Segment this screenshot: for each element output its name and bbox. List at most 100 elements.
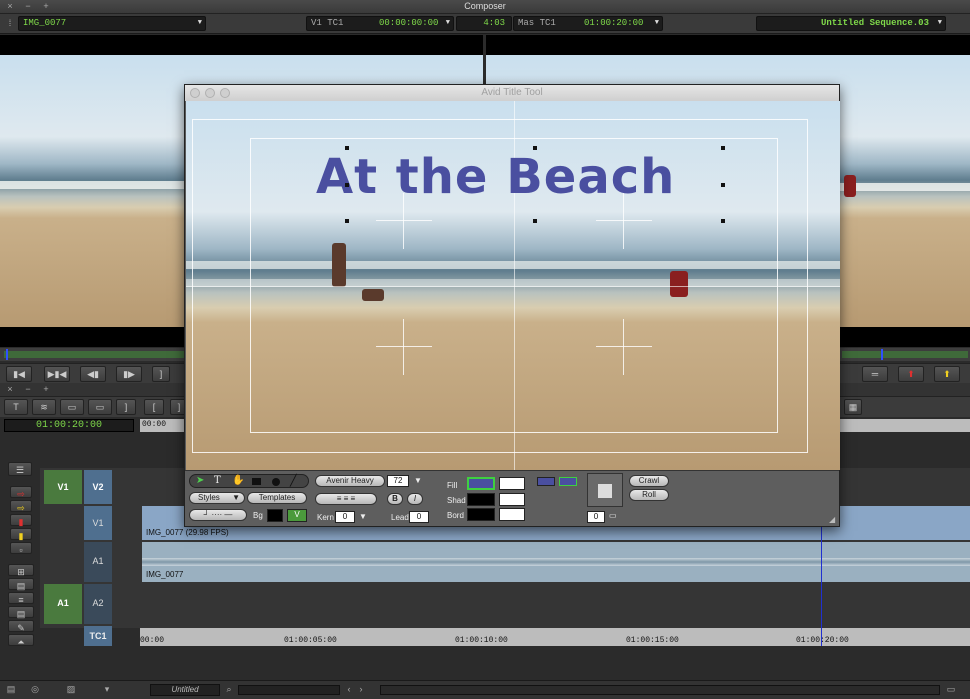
mark-in-icon[interactable]: ▮◀ — [6, 366, 32, 382]
audio-icon[interactable]: ⏶ — [8, 634, 34, 647]
rectangle-icon[interactable] — [252, 478, 261, 485]
display-icon[interactable]: ▤ — [8, 578, 34, 591]
line-icon[interactable]: ╱ — [290, 474, 297, 487]
duration-display[interactable]: 4:03 — [456, 16, 512, 31]
track-a2[interactable]: A2 — [84, 584, 112, 624]
roll-button[interactable]: Roll — [629, 489, 669, 501]
selection-handle[interactable] — [721, 219, 725, 223]
shadow-transparency-swatch[interactable] — [499, 493, 525, 506]
color-preview-2[interactable] — [559, 477, 577, 486]
bin-icon[interactable]: ▤ — [4, 684, 18, 695]
record-position-indicator[interactable] — [881, 349, 883, 360]
border-color-swatch[interactable] — [467, 508, 495, 521]
ellipse-icon[interactable] — [272, 478, 280, 486]
resize-grip-icon[interactable]: ◢ — [829, 515, 835, 524]
selection-handle[interactable] — [533, 146, 537, 150]
selection-handle[interactable] — [345, 183, 349, 187]
selection-handle[interactable] — [721, 183, 725, 187]
add-icon[interactable]: + — [39, 384, 53, 395]
selection-handle[interactable] — [533, 219, 537, 223]
line-style-menu[interactable]: ┘ ···· — — [189, 509, 247, 521]
align-buttons[interactable]: ≡ ≡ ≡ — [315, 493, 377, 505]
step-forward-icon[interactable]: ▮▶ — [116, 366, 142, 382]
lift-overwrite-icon[interactable]: ▮ — [10, 514, 32, 527]
selection-handle[interactable] — [345, 219, 349, 223]
shadow-color-swatch[interactable] — [467, 493, 495, 506]
mark-out-icon[interactable]: ] — [152, 366, 170, 382]
track-v1-source[interactable]: V1 — [44, 470, 82, 504]
segment-icon[interactable]: ▭ — [60, 399, 84, 415]
selection-handle[interactable] — [721, 146, 725, 150]
bracket-left-icon[interactable]: [ — [144, 399, 164, 415]
track-v2[interactable]: V2 — [84, 470, 112, 504]
font-menu[interactable]: Avenir Heavy — [315, 475, 385, 487]
sequence-menu[interactable]: Untitled Sequence.03 ▼ — [756, 16, 946, 31]
title-tool-titlebar[interactable]: Avid Title Tool — [185, 85, 839, 101]
extract-splice-icon[interactable]: ▮ — [10, 528, 32, 541]
italic-button[interactable]: I — [407, 493, 423, 505]
segment-yellow-icon[interactable]: ⇨ — [10, 500, 32, 513]
search-icon[interactable]: ⌕ — [222, 684, 236, 695]
hand-icon[interactable]: ✋ — [232, 475, 244, 486]
tc-display-right[interactable]: Mas TC1 01:00:20:00 ▼ — [513, 16, 663, 31]
chevron-right-icon[interactable]: › — [354, 684, 368, 695]
clip-a1[interactable]: IMG_0077 — [142, 542, 970, 582]
select-icon[interactable]: ▫ — [10, 542, 32, 555]
track-a1-source[interactable]: A1 — [44, 584, 82, 624]
styles-menu[interactable]: Styles ▼ — [189, 492, 245, 504]
bg-color-swatch[interactable] — [267, 509, 283, 522]
border-transparency-swatch[interactable] — [499, 508, 525, 521]
timeline-playhead[interactable] — [820, 525, 822, 646]
layer-icon[interactable]: ▤ — [8, 606, 34, 619]
font-size-field[interactable]: 72 — [387, 475, 409, 487]
shadow-depth-control[interactable] — [587, 473, 623, 507]
minimize-icon[interactable]: − — [21, 384, 35, 395]
selection-arrow-icon[interactable]: ➤ — [196, 475, 204, 486]
chevron-down-icon[interactable]: ▼ — [359, 512, 367, 521]
settings-icon[interactable]: ◎ — [28, 684, 42, 695]
bin-selector[interactable]: Untitled — [150, 684, 220, 696]
step-back-icon[interactable]: ◀▮ — [80, 366, 106, 382]
grid-icon[interactable]: ▦ — [844, 399, 862, 415]
search-input[interactable] — [238, 685, 340, 695]
fill-color-swatch[interactable] — [467, 477, 495, 490]
source-position-indicator[interactable] — [6, 349, 8, 360]
source-clip-menu[interactable]: IMG_0077 ▼ — [18, 16, 206, 31]
title-canvas[interactable]: At the Beach — [186, 101, 840, 470]
timeline-ruler[interactable]: 00:00 01:00:05:00 01:00:10:00 01:00:15:0… — [140, 628, 970, 646]
title-text[interactable]: At the Beach — [316, 149, 675, 205]
mixer-icon[interactable]: ≡ — [8, 592, 34, 605]
lift-icon[interactable]: ⬆ — [898, 366, 924, 382]
pen-icon[interactable]: ✎ — [8, 620, 34, 633]
track-tc1[interactable]: TC1 — [84, 626, 112, 646]
effect-icon[interactable]: ≋ — [32, 399, 56, 415]
track-a1[interactable]: A1 — [84, 542, 112, 582]
segment-red-icon[interactable]: ⇨ — [10, 486, 32, 499]
timeline-timecode[interactable]: 01:00:20:00 — [4, 419, 134, 432]
lead-field[interactable]: 0 — [409, 511, 429, 523]
shadow-depth-field[interactable]: 0 — [587, 511, 605, 523]
monitor-icon[interactable]: ▾ — [100, 684, 114, 695]
bg-toggle-icon[interactable]: V — [287, 509, 307, 522]
trim-icon[interactable]: ═ — [862, 366, 888, 382]
track-v1[interactable]: V1 — [84, 506, 112, 540]
text-tool-icon[interactable]: T — [214, 475, 221, 486]
shadow-type-icon[interactable]: ▭ — [609, 511, 617, 520]
tc-display-left[interactable]: V1 TC1 00:00:00:00 ▼ — [306, 16, 454, 31]
kern-field[interactable]: 0 — [335, 511, 355, 523]
track-menu-icon[interactable]: ☰ — [8, 462, 32, 476]
bracket-right-icon[interactable]: ] — [116, 399, 136, 415]
bold-button[interactable]: B — [387, 493, 403, 505]
grip-icon[interactable]: ⁞ — [3, 18, 17, 29]
splice-icon[interactable]: ▭ — [88, 399, 112, 415]
color-preview-1[interactable] — [537, 477, 555, 486]
effects-icon[interactable]: ▨ — [64, 684, 78, 695]
selection-handle[interactable] — [345, 146, 349, 150]
title-tool-window[interactable]: Avid Title Tool At the Beach ➤ T ✋ ╱ Sty… — [184, 84, 840, 527]
text-tool-icon[interactable]: T — [4, 399, 28, 415]
trim-tool-icon[interactable]: ⊞ — [8, 564, 34, 577]
templates-button[interactable]: Templates — [247, 492, 307, 504]
close-icon[interactable]: × — [3, 384, 17, 395]
mark-clip-icon[interactable]: ▶▮◀ — [44, 366, 70, 382]
crawl-button[interactable]: Crawl — [629, 475, 669, 487]
